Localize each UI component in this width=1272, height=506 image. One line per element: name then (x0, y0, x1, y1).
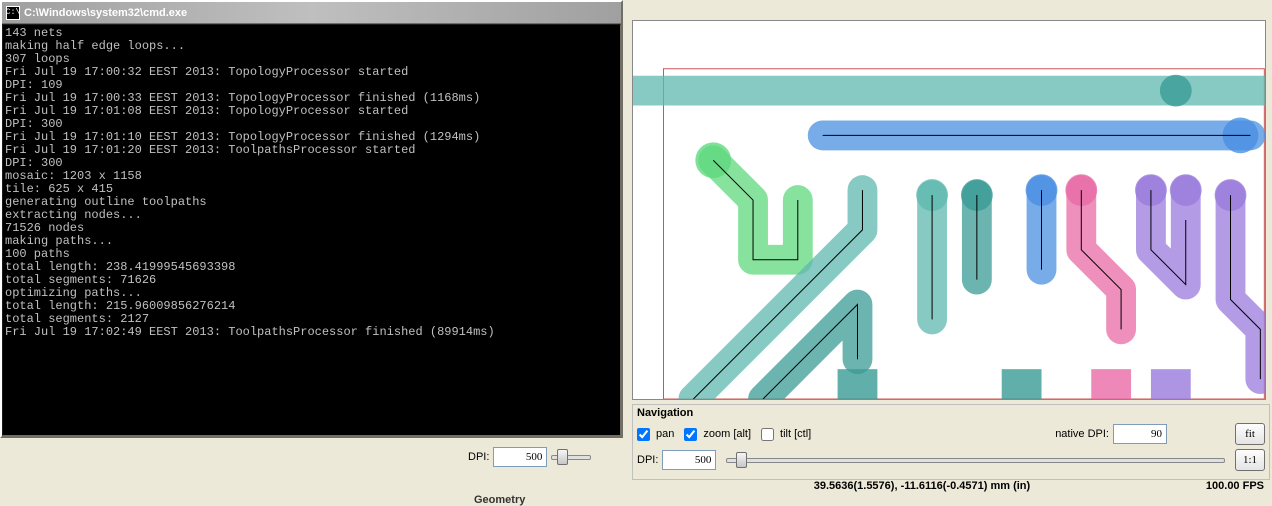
nav-row-1: pan zoom [alt] tilt [ctl] native DPI: fi… (637, 423, 1265, 445)
left-dpi-label: DPI: (468, 451, 489, 463)
zoom-label: zoom [alt] (703, 428, 751, 440)
slider-thumb-icon[interactable] (736, 452, 747, 468)
left-dpi-slider[interactable] (551, 448, 591, 466)
tilt-label: tilt [ctl] (780, 428, 811, 440)
pan-label: pan (656, 428, 674, 440)
left-dpi-bar: DPI: (468, 447, 591, 467)
cmd-titlebar[interactable]: C:\ C:\Windows\system32\cmd.exe (2, 2, 621, 24)
nav-row-2: DPI: 1:1 (637, 449, 1265, 471)
cmd-output[interactable]: 143 nets making half edge loops... 307 l… (2, 24, 621, 436)
slider-thumb-icon[interactable] (557, 449, 568, 465)
navigation-panel: Navigation pan zoom [alt] tilt [ctl] nat… (632, 404, 1270, 480)
right-panel: .trace{stroke-width:30;stroke-linecap:ro… (630, 0, 1272, 502)
left-dpi-input[interactable] (493, 447, 547, 467)
pcb-svg: .trace{stroke-width:30;stroke-linecap:ro… (633, 21, 1265, 399)
pcb-canvas[interactable]: .trace{stroke-width:30;stroke-linecap:ro… (632, 20, 1266, 400)
tilt-checkbox[interactable] (761, 428, 774, 441)
pan-checkbox[interactable] (637, 428, 650, 441)
native-dpi-label: native DPI: (1055, 428, 1109, 440)
fit-button[interactable]: fit (1235, 423, 1265, 445)
nav-dpi-slider[interactable] (726, 451, 1225, 469)
nav-dpi-label: DPI: (637, 454, 658, 466)
cmd-icon: C:\ (6, 6, 20, 20)
zoom-checkbox[interactable] (684, 428, 697, 441)
cmd-window: C:\ C:\Windows\system32\cmd.exe 143 nets… (0, 0, 623, 438)
status-bar: 39.5636(1.5576), -11.6116(-0.4571) mm (i… (632, 480, 1270, 492)
coords-readout: 39.5636(1.5576), -11.6116(-0.4571) mm (i… (638, 480, 1206, 492)
nav-dpi-input[interactable] (662, 450, 716, 470)
native-dpi-input[interactable] (1113, 424, 1167, 444)
geometry-section-label: Geometry (474, 494, 525, 506)
cmd-title: C:\Windows\system32\cmd.exe (24, 7, 187, 19)
fps-readout: 100.00 FPS (1206, 480, 1264, 492)
navigation-title: Navigation (637, 407, 1265, 419)
one-to-one-button[interactable]: 1:1 (1235, 449, 1265, 471)
